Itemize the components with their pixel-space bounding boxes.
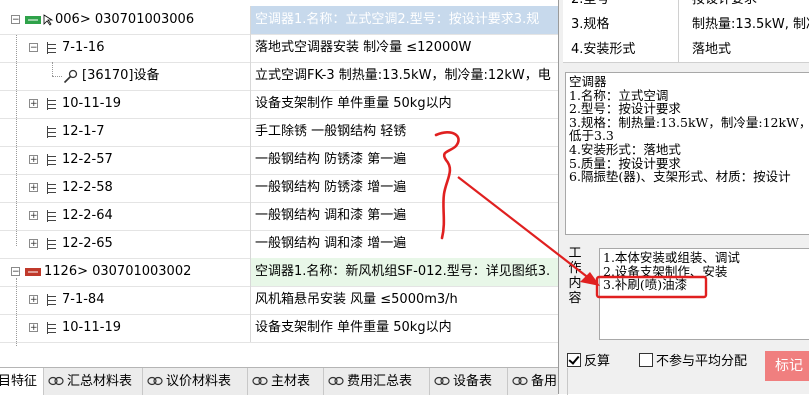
- bill-item-icon: [25, 268, 41, 276]
- row-code: 12-2-64: [62, 208, 113, 223]
- checkbox-empty-icon[interactable]: [639, 353, 653, 367]
- quota-line-icon: [44, 182, 56, 194]
- item-feature-panel: 2.型号 按设计要求 3.规格 制热量:13.5kW, 制冷 4.安装形式 落地…: [558, 0, 809, 394]
- row-code: 12-2-65: [62, 236, 113, 251]
- expand-toggle-icon[interactable]: +: [29, 155, 38, 165]
- quota-line-icon: [44, 294, 56, 306]
- tab-equipment[interactable]: 设备表: [430, 368, 508, 395]
- work-content-textarea[interactable]: 1.本体安装或组装、调试 2.设备支架制作、安装 3.补刷(喷)油漆: [599, 248, 809, 340]
- table-row[interactable]: − 1126> 030701003002 空调器1.名称：新风机组SF-012.…: [0, 258, 558, 287]
- property-value[interactable]: 按设计要求: [680, 0, 809, 12]
- no-avg-distribution-checkbox[interactable]: 不参与平均分配: [639, 353, 747, 369]
- row-code: 1126> 030701003002: [44, 264, 192, 279]
- tab-link-icon: [512, 376, 528, 386]
- row-code: 10-11-19: [62, 320, 122, 335]
- collapse-toggle-icon[interactable]: −: [11, 267, 20, 277]
- table-row[interactable]: + 10-11-19 设备支架制作 单件重量 50kg以内: [0, 90, 558, 119]
- row-code: 12-2-57: [62, 152, 113, 167]
- item-description-textarea[interactable]: 空调器 1.名称：立式空调 2.型号：按设计要求 3.规格：制热量:13.5kW…: [565, 72, 809, 235]
- property-key: 3.规格: [563, 12, 679, 37]
- quota-line-icon: [44, 322, 56, 334]
- reverse-calc-checkbox[interactable]: 反算: [567, 353, 610, 369]
- tab-main-materials[interactable]: 主材表: [248, 368, 324, 395]
- row-description[interactable]: 设备支架制作 单件重量 50kg以内: [251, 314, 558, 342]
- item-grid: − 006> 030701003006 空调器1.名称：立式空调2.型号：按设计…: [0, 0, 558, 346]
- row-description[interactable]: 一般钢结构 调和漆 第一遍: [251, 202, 558, 230]
- quota-line-icon: [44, 126, 56, 138]
- row-description[interactable]: 一般钢结构 防锈漆 第一遍: [251, 146, 558, 174]
- row-code: 7-1-16: [62, 40, 105, 55]
- expand-toggle-icon[interactable]: +: [29, 99, 38, 109]
- table-row[interactable]: 12-1-7 手工除锈 一般钢结构 轻锈: [0, 118, 558, 147]
- tab-link-icon: [48, 376, 64, 386]
- table-row[interactable]: + 12-2-64 一般钢结构 调和漆 第一遍: [0, 202, 558, 231]
- mark-button[interactable]: 标记: [765, 351, 809, 381]
- row-description[interactable]: 空调器1.名称：新风机组SF-012.型号：详见图纸3.: [251, 258, 558, 286]
- collapse-toggle-icon[interactable]: −: [29, 43, 38, 53]
- checkbox-checked-icon[interactable]: [567, 353, 581, 367]
- work-content-label: 工 作 内 容: [568, 246, 582, 306]
- tab-link-icon: [147, 376, 163, 386]
- property-key: 2.型号: [563, 0, 679, 12]
- quota-line-icon: [44, 238, 56, 250]
- row-description[interactable]: 风机箱悬吊安装 风量 ≤5000m3/h: [251, 286, 558, 314]
- row-description[interactable]: 立式空调FK-3 制热量:13.5kW，制冷量:12kW，电: [251, 62, 558, 90]
- table-row[interactable]: − 7-1-16 落地式空调器安装 制冷量 ≤12000W: [0, 34, 558, 63]
- table-row[interactable]: + 7-1-84 风机箱悬吊安装 风量 ≤5000m3/h: [0, 286, 558, 315]
- tab-summary-materials[interactable]: 汇总材料表: [44, 368, 143, 395]
- row-description[interactable]: 手工除锈 一般钢结构 轻锈: [251, 118, 558, 146]
- row-description[interactable]: 空调器1.名称：立式空调2.型号：按设计要求3.规: [251, 6, 558, 34]
- row-code: [36170]设备: [82, 68, 160, 83]
- property-row[interactable]: 3.规格 制热量:13.5kW, 制冷: [563, 12, 809, 38]
- quota-line-icon: [44, 210, 56, 222]
- quota-line-icon: [44, 154, 56, 166]
- row-code: 10-11-19: [62, 96, 122, 111]
- quota-line-icon: [44, 42, 56, 54]
- tab-negotiated-materials[interactable]: 议价材料表: [143, 368, 248, 395]
- tab-cost-summary[interactable]: 费用汇总表: [324, 368, 430, 395]
- row-description[interactable]: 一般钢结构 防锈漆 增一遍: [251, 174, 558, 202]
- tab-link-icon: [328, 376, 344, 386]
- table-row[interactable]: [36170]设备 立式空调FK-3 制热量:13.5kW，制冷量:12kW，电: [0, 62, 558, 91]
- row-code: 12-2-58: [62, 180, 113, 195]
- property-key: 4.安装形式: [563, 37, 679, 62]
- quota-line-icon: [44, 98, 56, 110]
- bill-item-icon: [25, 16, 41, 24]
- table-row[interactable]: + 12-2-58 一般钢结构 防锈漆 增一遍: [0, 174, 558, 203]
- bottom-tab-bar: 目特征 汇总材料表 议价材料表 主材表 费用汇总表 设备表 备用: [0, 367, 568, 395]
- tab-spare[interactable]: 备用: [508, 368, 568, 395]
- table-row[interactable]: + 12-2-65 一般钢结构 调和漆 增一遍: [0, 230, 558, 259]
- row-description[interactable]: 一般钢结构 调和漆 增一遍: [251, 230, 558, 258]
- property-row[interactable]: 4.安装形式 落地式: [563, 37, 809, 63]
- row-description[interactable]: 设备支架制作 单件重量 50kg以内: [251, 90, 558, 118]
- tab-link-icon: [252, 376, 268, 386]
- tab-item-features[interactable]: 目特征: [0, 368, 44, 395]
- expand-toggle-icon[interactable]: +: [29, 239, 38, 249]
- property-value[interactable]: 落地式: [680, 37, 809, 62]
- wrench-icon: [63, 69, 78, 84]
- property-value[interactable]: 制热量:13.5kW, 制冷: [680, 12, 809, 37]
- expand-toggle-icon[interactable]: +: [29, 295, 38, 305]
- expand-toggle-icon[interactable]: +: [29, 183, 38, 193]
- expand-toggle-icon[interactable]: +: [29, 211, 38, 221]
- row-code: 12-1-7: [62, 124, 105, 139]
- cursor-arrow-icon: [43, 14, 54, 26]
- table-row[interactable]: + 12-2-57 一般钢结构 防锈漆 第一遍: [0, 146, 558, 175]
- row-code: 7-1-84: [62, 292, 105, 307]
- expand-toggle-icon[interactable]: +: [29, 323, 38, 333]
- row-description[interactable]: 落地式空调器安装 制冷量 ≤12000W: [251, 34, 558, 62]
- table-row[interactable]: − 006> 030701003006 空调器1.名称：立式空调2.型号：按设计…: [0, 6, 558, 35]
- row-code: 006> 030701003006: [55, 12, 195, 27]
- collapse-toggle-icon[interactable]: −: [11, 15, 20, 25]
- tab-link-icon: [434, 376, 450, 386]
- table-row[interactable]: + 10-11-19 设备支架制作 单件重量 50kg以内: [0, 314, 558, 343]
